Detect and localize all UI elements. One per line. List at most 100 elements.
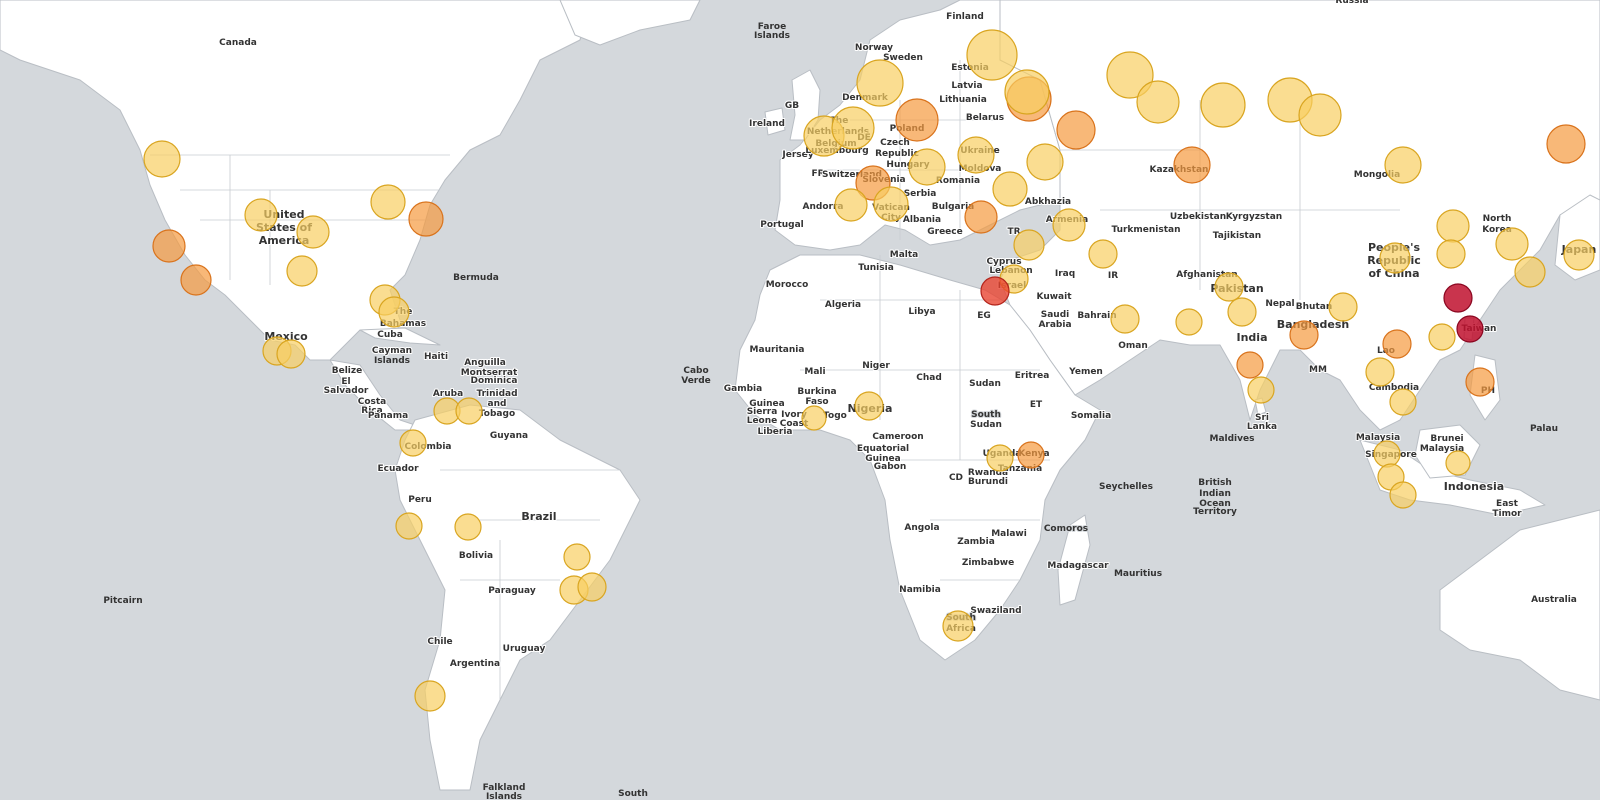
map-label: Morocco <box>766 280 809 290</box>
map-label: GB <box>785 101 799 111</box>
map-label: Islands <box>754 31 790 41</box>
data-bubble-mid[interactable] <box>1173 146 1211 184</box>
data-bubble-low[interactable] <box>1110 304 1140 334</box>
map-label: IR <box>1108 271 1118 281</box>
data-bubble-low[interactable] <box>1298 93 1342 137</box>
data-bubble-mid[interactable] <box>895 98 939 142</box>
data-bubble-low[interactable] <box>908 148 946 186</box>
data-bubble-low[interactable] <box>854 391 884 421</box>
data-bubble-high[interactable] <box>980 276 1010 306</box>
data-bubble-low[interactable] <box>1514 256 1546 288</box>
map-label: Sudan <box>970 420 1002 430</box>
data-bubble-low[interactable] <box>1175 308 1203 336</box>
map-label: Lithuania <box>939 95 987 105</box>
map-label: Serbia <box>904 189 937 199</box>
data-bubble-low[interactable] <box>1428 323 1456 351</box>
map-label: Seychelles <box>1099 482 1153 492</box>
data-bubble-low[interactable] <box>1495 227 1529 261</box>
map-label: Malawi <box>991 529 1027 539</box>
data-bubble-low[interactable] <box>1026 143 1064 181</box>
data-bubble-max[interactable] <box>1443 283 1473 313</box>
data-bubble-low[interactable] <box>1379 242 1411 274</box>
data-bubble-mid[interactable] <box>1056 110 1096 150</box>
data-bubble-low[interactable] <box>370 184 406 220</box>
map-label: Tajikistan <box>1213 231 1261 241</box>
data-bubble-low[interactable] <box>563 543 591 571</box>
data-bubble-low[interactable] <box>286 255 318 287</box>
data-bubble-low[interactable] <box>831 106 875 150</box>
data-bubble-mid[interactable] <box>1236 351 1264 379</box>
data-bubble-mid[interactable] <box>964 200 998 234</box>
data-bubble-mid[interactable] <box>1465 367 1495 397</box>
data-bubble-mid[interactable] <box>1382 329 1412 359</box>
map-label: MM <box>1309 365 1327 375</box>
map-label: Swaziland <box>970 606 1021 616</box>
map-label: Uzbekistan <box>1170 212 1226 222</box>
data-bubble-low[interactable] <box>1436 239 1466 269</box>
data-bubble-max[interactable] <box>1456 315 1484 343</box>
data-bubble-low[interactable] <box>1373 440 1401 468</box>
data-bubble-low[interactable] <box>1004 69 1050 115</box>
data-bubble-mid[interactable] <box>1546 124 1586 164</box>
data-bubble-mid[interactable] <box>152 229 186 263</box>
world-map[interactable]: CanadaFaroeIslandsFinlandRussiaNorwaySwe… <box>0 0 1600 800</box>
data-bubble-low[interactable] <box>414 680 446 712</box>
map-label: Bhutan <box>1296 302 1332 312</box>
map-label: Greece <box>927 227 962 237</box>
data-bubble-low[interactable] <box>942 610 974 642</box>
data-bubble-low[interactable] <box>1247 376 1275 404</box>
data-bubble-low[interactable] <box>1200 82 1246 128</box>
map-label: Palau <box>1530 424 1558 434</box>
data-bubble-low[interactable] <box>1563 239 1595 271</box>
data-bubble-low[interactable] <box>1052 208 1086 242</box>
data-bubble-low[interactable] <box>1013 229 1045 261</box>
data-bubble-low[interactable] <box>986 444 1014 472</box>
data-bubble-low[interactable] <box>1214 272 1244 302</box>
data-bubble-low[interactable] <box>834 188 868 222</box>
data-bubble-low[interactable] <box>1436 209 1470 243</box>
map-label: Czech <box>880 138 910 148</box>
data-bubble-low[interactable] <box>296 215 330 249</box>
map-label: Arabia <box>1038 320 1071 330</box>
data-bubble-low[interactable] <box>454 513 482 541</box>
data-bubble-low[interactable] <box>244 198 278 232</box>
map-label: Faso <box>805 397 828 407</box>
map-label: Anguilla <box>464 358 506 368</box>
data-bubble-low[interactable] <box>143 140 181 178</box>
data-bubble-low[interactable] <box>1445 450 1471 476</box>
map-label: Comoros <box>1044 524 1088 534</box>
map-label: Argentina <box>450 659 500 669</box>
data-bubble-mid[interactable] <box>1017 441 1045 469</box>
data-bubble-mid[interactable] <box>408 201 444 237</box>
map-label: Panama <box>368 411 408 421</box>
data-bubble-low[interactable] <box>378 296 410 328</box>
data-bubble-mid[interactable] <box>1289 320 1319 350</box>
data-bubble-low[interactable] <box>1389 481 1417 509</box>
data-bubble-low[interactable] <box>455 397 483 425</box>
data-bubble-low[interactable] <box>957 136 995 174</box>
map-label: CD <box>949 473 963 483</box>
data-bubble-low[interactable] <box>1227 297 1257 327</box>
data-bubble-low[interactable] <box>276 339 306 369</box>
data-bubble-low[interactable] <box>856 59 904 107</box>
map-label: Albania <box>903 215 941 225</box>
map-label: Equatorial <box>857 444 909 454</box>
data-bubble-low[interactable] <box>1384 146 1422 184</box>
data-bubble-low[interactable] <box>1136 80 1180 124</box>
data-bubble-low[interactable] <box>1088 239 1118 269</box>
data-bubble-low[interactable] <box>1365 357 1395 387</box>
data-bubble-low[interactable] <box>1328 292 1358 322</box>
data-bubble-low[interactable] <box>801 405 827 431</box>
data-bubble-low[interactable] <box>395 512 423 540</box>
map-label: Brunei <box>1430 434 1463 444</box>
data-bubble-low[interactable] <box>966 29 1018 81</box>
data-bubble-low[interactable] <box>1389 388 1417 416</box>
data-bubble-low[interactable] <box>992 171 1028 207</box>
data-bubble-low[interactable] <box>399 429 427 457</box>
map-label: Lanka <box>1247 422 1277 432</box>
map-label: Togo <box>823 411 847 421</box>
data-bubble-low[interactable] <box>577 572 607 602</box>
data-bubble-low[interactable] <box>873 186 909 222</box>
data-bubble-mid[interactable] <box>180 264 212 296</box>
map-label: Salvador <box>324 386 369 396</box>
